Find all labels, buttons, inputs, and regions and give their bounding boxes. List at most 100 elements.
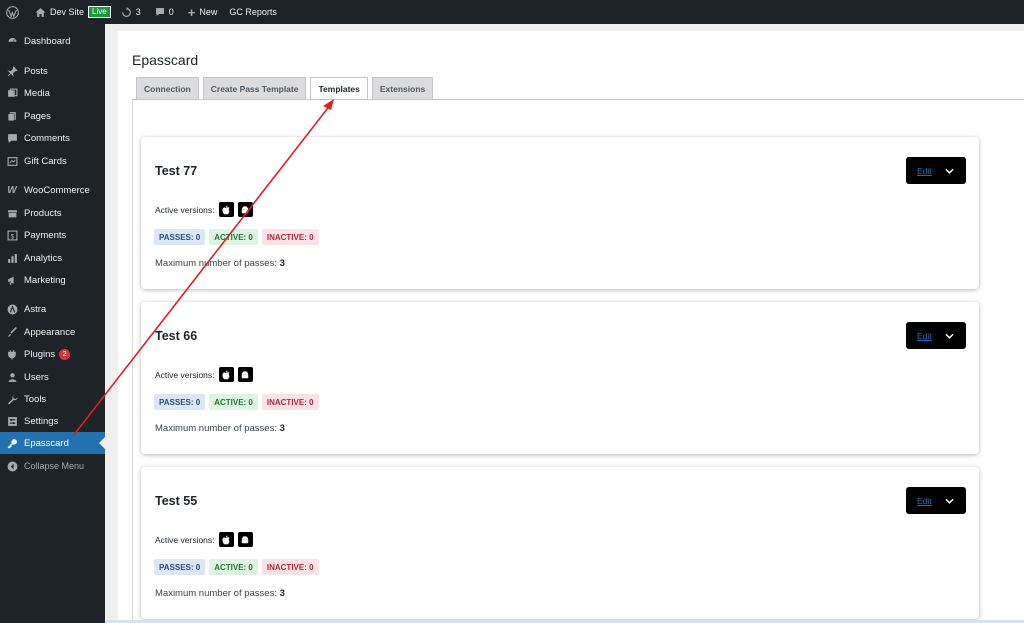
pin-icon <box>6 65 18 77</box>
passes-badge: PASSES: 0 <box>154 394 206 410</box>
sidebar-item-pages[interactable]: Pages <box>0 105 105 127</box>
template-title: Test 55 <box>155 494 198 508</box>
sidebar-item-label: Settings <box>24 415 59 427</box>
sidebar-item-woocommerce[interactable]: W WooCommerce <box>0 179 105 201</box>
updates-count: 3 <box>135 7 141 17</box>
sidebar-item-epasscard[interactable]: Epasscard <box>0 432 105 454</box>
sidebar-item-label: Tools <box>24 393 47 405</box>
active-versions: Active versions: <box>155 202 253 217</box>
sidebar-item-comments[interactable]: Comments <box>0 127 105 149</box>
android-icon <box>237 532 253 547</box>
edit-dropdown-button[interactable]: Edit <box>906 487 966 514</box>
active-versions-label: Active versions: <box>155 369 215 380</box>
edit-link[interactable]: Edit <box>917 166 932 176</box>
sidebar-item-appearance[interactable]: Appearance <box>0 321 105 343</box>
sidebar-item-label: Appearance <box>24 326 76 338</box>
users-icon <box>6 371 18 383</box>
sidebar-item-label: Astra <box>24 303 47 315</box>
sidebar-item-posts[interactable]: Posts <box>0 60 105 82</box>
chevron-down-icon[interactable] <box>945 333 954 339</box>
active-versions-label: Active versions: <box>155 204 215 215</box>
settings-icon <box>6 415 18 427</box>
sidebar-item-label: Comments <box>24 132 70 144</box>
max-passes-label: Maximum number of passes: <box>155 423 277 434</box>
inactive-badge: INACTIVE: 0 <box>261 229 319 245</box>
tab-panel-border <box>132 99 133 623</box>
sidebar-item-payments[interactable]: $ Payments <box>0 224 105 246</box>
page-title: Epasscard <box>132 52 199 68</box>
comment-icon <box>6 132 18 144</box>
apple-icon <box>218 367 234 382</box>
sidebar-item-products[interactable]: Products <box>0 202 105 224</box>
wrench-icon <box>6 393 18 405</box>
collapse-icon <box>6 460 18 472</box>
sidebar-item-label: Payments <box>24 229 67 241</box>
live-badge: Live <box>88 6 111 18</box>
sidebar-item-label: Epasscard <box>24 437 69 449</box>
pass-stats: PASSES: 0 ACTIVE: 0 INACTIVE: 0 <box>154 394 323 410</box>
sidebar-item-dashboard[interactable]: Dashboard <box>0 30 105 52</box>
payments-icon: $ <box>6 229 18 241</box>
template-card: Test 66 Active versions: PASSES: 0 ACTIV… <box>141 302 979 454</box>
new-content-link[interactable]: + New <box>183 0 223 24</box>
wordpress-logo[interactable] <box>0 0 24 24</box>
sidebar-item-label: Marketing <box>24 274 66 286</box>
chevron-down-icon[interactable] <box>945 168 954 174</box>
sidebar-item-media[interactable]: Media <box>0 82 105 104</box>
gc-reports-link[interactable]: GC Reports <box>224 0 282 24</box>
edit-link[interactable]: Edit <box>917 496 932 506</box>
comments-link[interactable]: 0 <box>150 0 179 24</box>
brush-icon <box>6 326 18 338</box>
edit-dropdown-button[interactable]: Edit <box>906 322 966 349</box>
sidebar-item-label: Posts <box>24 65 48 77</box>
sidebar-item-tools[interactable]: Tools <box>0 388 105 410</box>
active-badge: ACTIVE: 0 <box>209 394 258 410</box>
updates-icon <box>121 6 132 18</box>
gc-reports-label: GC Reports <box>229 7 277 17</box>
sidebar-item-users[interactable]: Users <box>0 366 105 388</box>
updates-link[interactable]: 3 <box>116 0 146 24</box>
sidebar-item-label: Users <box>24 371 49 383</box>
megaphone-icon <box>6 274 18 286</box>
gift-card-icon <box>6 155 18 167</box>
sidebar-item-plugins[interactable]: Plugins 2 <box>0 343 105 365</box>
sidebar-item-label: Analytics <box>24 252 63 264</box>
sidebar-item-label: WooCommerce <box>24 184 90 196</box>
passes-badge: PASSES: 0 <box>154 559 206 575</box>
chevron-down-icon[interactable] <box>945 498 954 504</box>
sidebar-item-marketing[interactable]: Marketing <box>0 269 105 291</box>
sidebar-item-label: Collapse Menu <box>24 461 85 471</box>
edit-link[interactable]: Edit <box>917 331 932 341</box>
sidebar-item-analytics[interactable]: Analytics <box>0 247 105 269</box>
collapse-menu-button[interactable]: Collapse Menu <box>0 455 105 477</box>
passes-badge: PASSES: 0 <box>154 229 206 245</box>
edit-dropdown-button[interactable]: Edit <box>906 157 966 184</box>
active-versions-label: Active versions: <box>155 534 215 545</box>
analytics-icon <box>6 252 18 264</box>
tabs-divider <box>132 99 1024 100</box>
pass-stats: PASSES: 0 ACTIVE: 0 INACTIVE: 0 <box>154 229 323 245</box>
active-versions: Active versions: <box>155 367 253 382</box>
sidebar-item-settings[interactable]: Settings <box>0 410 105 432</box>
android-icon <box>237 367 253 382</box>
sidebar-item-astra[interactable]: Astra <box>0 298 105 320</box>
max-passes-label: Maximum number of passes: <box>155 588 277 599</box>
site-name-link[interactable]: Dev Site Live <box>30 0 116 24</box>
comment-icon <box>155 7 165 17</box>
tab-templates[interactable]: Templates <box>310 77 368 100</box>
max-passes-value: 3 <box>279 423 285 434</box>
sidebar-item-label: Media <box>24 87 50 99</box>
pages-icon <box>6 110 18 122</box>
inactive-badge: INACTIVE: 0 <box>261 394 319 410</box>
tab-connection[interactable]: Connection <box>136 77 199 99</box>
plus-icon: + <box>187 4 196 20</box>
svg-text:$: $ <box>10 233 14 240</box>
tab-extensions[interactable]: Extensions <box>371 77 434 99</box>
template-card: Test 55 Active versions: PASSES: 0 ACTIV… <box>141 467 979 619</box>
tab-create-pass-template[interactable]: Create Pass Template <box>202 77 307 99</box>
active-versions: Active versions: <box>155 532 253 547</box>
max-passes-label: Maximum number of passes: <box>155 258 277 269</box>
comments-count: 0 <box>168 7 174 17</box>
sidebar-item-gift-cards[interactable]: Gift Cards <box>0 150 105 172</box>
astra-icon <box>6 303 18 315</box>
